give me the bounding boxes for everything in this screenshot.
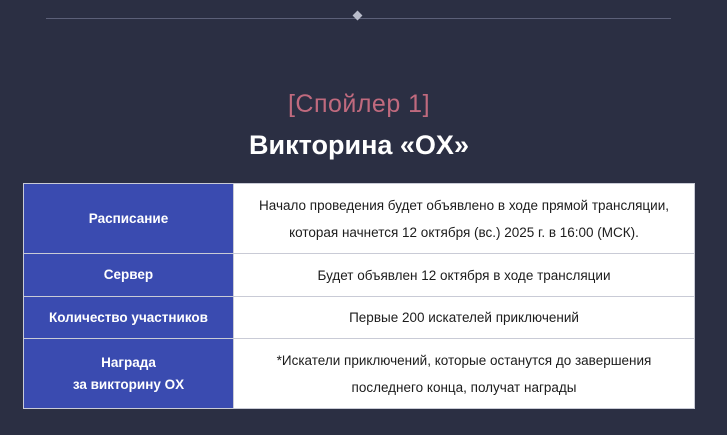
spoiler-label: [Спойлер 1]	[287, 90, 431, 118]
page-title: Викторина «OX»	[249, 130, 469, 160]
table-key-cell: Расписание	[23, 183, 234, 254]
table-value-text: последнего конца, получат награды	[351, 379, 577, 395]
table-value-cell: Первые 200 искателей приключений	[233, 296, 695, 339]
table-value-cell: Начало проведения будет объявлено в ходе…	[233, 183, 695, 254]
table-row-participants: Количество участников Первые 200 искател…	[23, 296, 695, 339]
table-row-reward: Награда за викторину OX *Искатели приклю…	[23, 338, 695, 409]
table-row-server: Сервер Будет объявлен 12 октября в ходе …	[23, 253, 695, 297]
table-value-text: Начало проведения будет объявлено в ходе…	[259, 197, 669, 213]
table-key-cell: Количество участников	[23, 296, 234, 339]
table-key-text: Количество участников	[49, 309, 208, 325]
table-key-cell: Сервер	[23, 253, 234, 297]
table-value-cell: *Искатели приключений, которые останутся…	[233, 338, 695, 409]
table-value-text: *Искатели приключений, которые останутся…	[276, 352, 652, 368]
table-key-text: Награда	[101, 354, 156, 370]
table-key-text: Сервер	[103, 267, 154, 282]
table-value-text: которая начнется 12 октября (вс.) 2025 г…	[289, 224, 639, 240]
table-key-text: Расписание	[88, 210, 169, 226]
table-key-cell: Награда за викторину OX	[23, 338, 234, 409]
table-value-text: Будет объявлен 12 октября в ходе трансля…	[317, 267, 611, 283]
table-row-schedule: Расписание Начало проведения будет объяв…	[23, 183, 695, 254]
table-key-text: за викторину OX	[72, 376, 185, 392]
event-info-table: Расписание Начало проведения будет объяв…	[23, 183, 695, 409]
table-value-cell: Будет объявлен 12 октября в ходе трансля…	[233, 253, 695, 297]
table-value-text: Первые 200 искателей приключений	[349, 310, 579, 325]
